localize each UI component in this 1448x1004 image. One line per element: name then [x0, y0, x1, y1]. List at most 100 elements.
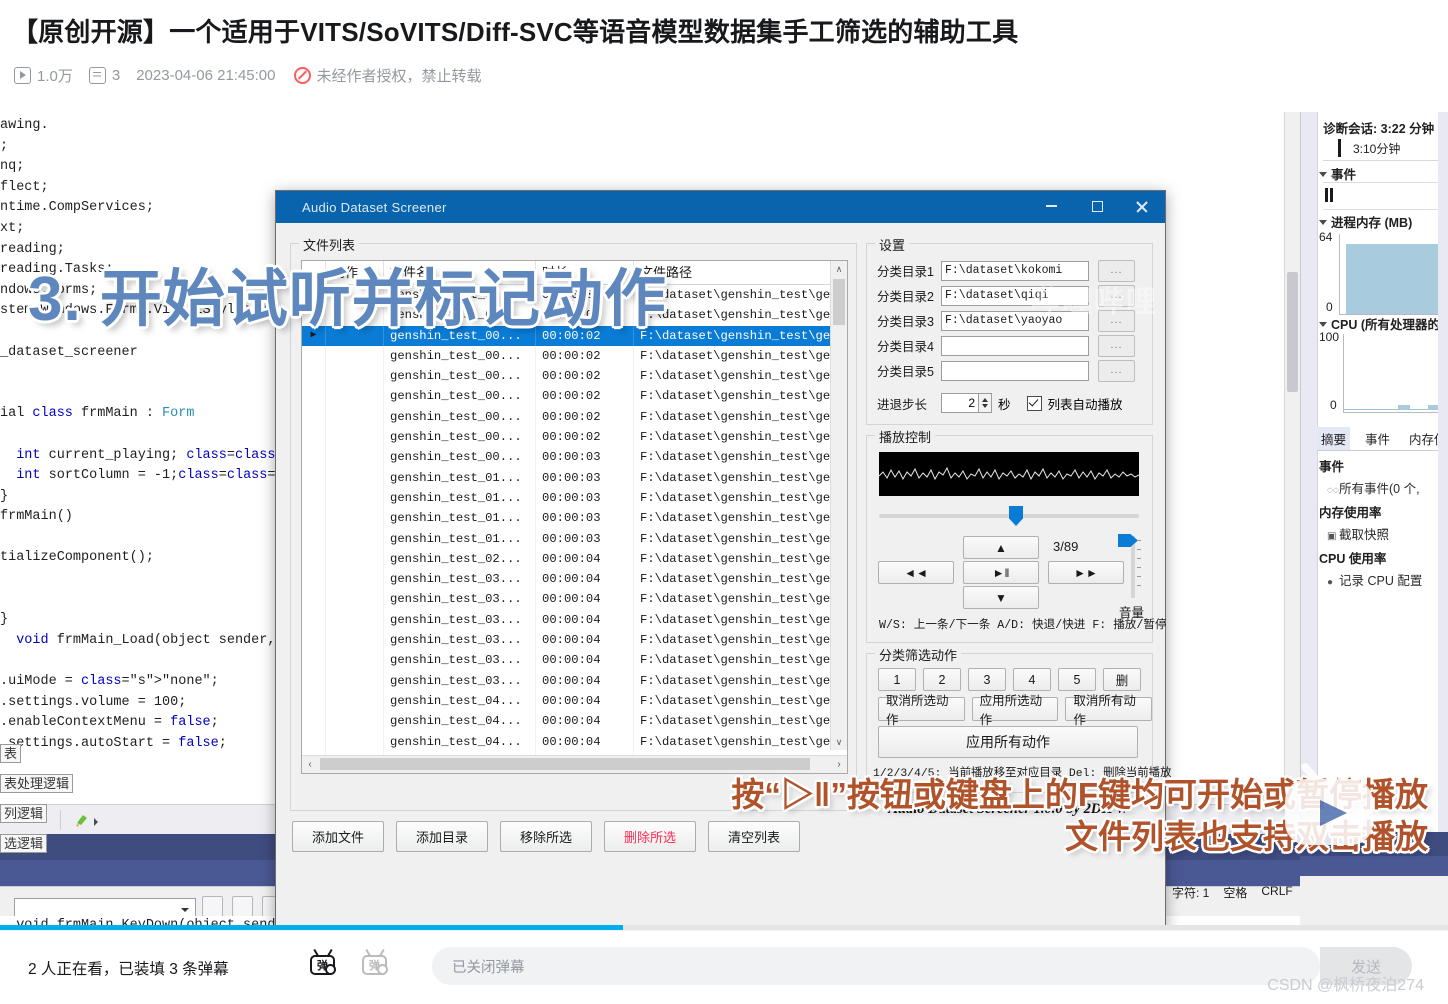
volume-slider-thumb[interactable] [1118, 534, 1138, 547]
category-button-6[interactable]: 删 [1103, 668, 1141, 691]
summary-memory-item[interactable]: ▣截取快照 [1327, 524, 1389, 543]
rewind-button[interactable]: ◄◄ [878, 561, 954, 584]
table-row[interactable]: genshin_test_03...00:00:04F:\dataset\gen… [302, 569, 847, 589]
apply-all-actions-button[interactable]: 应用所有动作 [878, 726, 1138, 758]
overlay-step-title: 3. 开始试听并标记动作 [28, 248, 667, 338]
table-row[interactable]: genshin_test_03...00:00:04F:\dataset\gen… [302, 650, 847, 670]
danmaku-count: 3 [89, 67, 120, 84]
next-track-button[interactable]: ▼ [963, 586, 1039, 609]
file-list-vertical-scrollbar[interactable]: ∧ ∨ [830, 261, 847, 750]
scroll-up-icon[interactable]: ∧ [831, 261, 847, 277]
table-row[interactable]: genshin_test_00...00:00:02F:\dataset\gen… [302, 346, 847, 366]
cpu-chart-bump [1398, 405, 1410, 410]
scroll-down-icon[interactable]: ∨ [831, 734, 847, 750]
danmaku-toggle-on-button[interactable]: 弹 [308, 949, 338, 979]
video-player-viewport[interactable]: awing.;nq;flect;ntime.CompServices;xt;re… [0, 112, 1448, 930]
category-dir-input-5[interactable] [941, 361, 1089, 381]
step-length-spinner[interactable] [979, 393, 992, 413]
table-row[interactable]: genshin_test_02...00:00:04F:\dataset\gen… [302, 549, 847, 569]
table-row[interactable]: genshin_test_03...00:00:04F:\dataset\gen… [302, 671, 847, 691]
format-brush-icon[interactable] [74, 812, 90, 828]
category-button-3[interactable]: 3 [968, 668, 1006, 691]
summary-events-item[interactable]: ◌◌所有事件(0 个, [1327, 478, 1420, 497]
danmaku-on-icon: 弹 [310, 955, 335, 975]
cell-duration: 00:00:04 [536, 711, 634, 731]
editor-vertical-scrollbar[interactable] [1284, 112, 1301, 806]
step-length-unit: 秒 [998, 394, 1011, 413]
cell-marker [302, 630, 326, 650]
action-button-3[interactable]: 取消所有动作 [1065, 697, 1152, 721]
diagnostics-events-header[interactable]: 事件 [1319, 164, 1356, 183]
scrollbar-thumb[interactable] [1287, 272, 1298, 392]
cell-filename: genshin_test_00... [384, 346, 536, 366]
filelist-button-3[interactable]: 移除所选 [500, 821, 592, 852]
filelist-button-1[interactable]: 添加文件 [292, 821, 384, 852]
tab-events[interactable]: 事件 [1361, 427, 1394, 450]
diagnostics-tabs[interactable]: 摘要 事件 内存使 [1317, 424, 1448, 451]
table-row[interactable]: genshin_test_00...00:00:02F:\dataset\gen… [302, 386, 847, 406]
summary-cpu-item[interactable]: ●记录 CPU 配置 [1327, 570, 1422, 589]
autoplay-checkbox[interactable] [1027, 396, 1042, 411]
horizontal-scroll-thumb[interactable] [320, 758, 810, 770]
table-row[interactable]: genshin_test_01...00:00:03F:\dataset\gen… [302, 529, 847, 549]
fast-forward-button[interactable]: ►► [1048, 561, 1124, 584]
vertical-scroll-thumb[interactable] [833, 279, 845, 325]
collapsed-region[interactable]: 列逻辑 [0, 804, 47, 823]
cell-duration: 00:00:02 [536, 386, 634, 406]
play-pause-button[interactable]: ►‖ [963, 561, 1039, 584]
category-button-1[interactable]: 1 [878, 668, 916, 691]
table-row[interactable]: genshin_test_00...00:00:03F:\dataset\gen… [302, 447, 847, 467]
table-row[interactable]: genshin_test_04...00:00:04F:\dataset\gen… [302, 711, 847, 731]
table-row[interactable]: genshin_test_04...00:00:04F:\dataset\gen… [302, 732, 847, 752]
table-row[interactable]: genshin_test_00...00:00:02F:\dataset\gen… [302, 366, 847, 386]
previous-track-button[interactable]: ▲ [963, 536, 1039, 559]
diagnostics-memory-header[interactable]: 进程内存 (MB) [1319, 212, 1412, 231]
danmaku-toggle-off-button[interactable]: 弹 [360, 949, 390, 979]
status-eol: CRLF [1261, 884, 1292, 901]
category-dir-input-4[interactable] [941, 336, 1089, 356]
cell-duration: 00:00:03 [536, 529, 634, 549]
tab-summary[interactable]: 摘要 [1317, 427, 1350, 450]
action-button-2[interactable]: 应用所选动作 [972, 697, 1059, 721]
filelist-button-4[interactable]: 删除所选 [604, 821, 696, 852]
filelist-button-2[interactable]: 添加目录 [396, 821, 488, 852]
playback-seek-slider[interactable] [879, 514, 1139, 518]
action-button-1[interactable]: 取消所选动作 [878, 697, 965, 721]
action-apply-buttons: 取消所选动作应用所选动作取消所有动作 [878, 697, 1152, 721]
category-button-4[interactable]: 4 [1013, 668, 1051, 691]
file-list-horizontal-scrollbar[interactable]: ‹ › [302, 755, 847, 773]
maximize-button[interactable] [1075, 191, 1119, 221]
collapsed-region[interactable]: 表 [0, 744, 21, 763]
minimize-button[interactable] [1029, 191, 1073, 221]
grid-icon[interactable] [232, 896, 253, 917]
diagnostics-tools-pane[interactable]: 诊断会话: 3:22 分钟 3:10分钟 事件 进程内存 (MB) 64 0 C… [1300, 112, 1448, 832]
category-button-5[interactable]: 5 [1058, 668, 1096, 691]
scroll-right-icon[interactable]: › [831, 756, 847, 772]
table-row[interactable]: genshin_test_01...00:00:03F:\dataset\gen… [302, 488, 847, 508]
table-row[interactable]: genshin_test_04...00:00:04F:\dataset\gen… [302, 691, 847, 711]
table-row[interactable]: genshin_test_01...00:00:03F:\dataset\gen… [302, 508, 847, 528]
category-button-2[interactable]: 2 [923, 668, 961, 691]
table-row[interactable]: genshin_test_03...00:00:04F:\dataset\gen… [302, 589, 847, 609]
close-button[interactable] [1119, 191, 1163, 221]
seek-slider-thumb[interactable] [1009, 506, 1023, 526]
table-row[interactable]: genshin_test_00...00:00:02F:\dataset\gen… [302, 427, 847, 447]
cell-filepath: F:\dataset\genshin_test\genshin_test_005… [634, 366, 847, 386]
diagnostics-timeline[interactable]: 3:10分钟 [1323, 138, 1448, 161]
scroll-left-icon[interactable]: ‹ [302, 756, 318, 772]
table-row[interactable]: genshin_test_00...00:00:02F:\dataset\gen… [302, 407, 847, 427]
browse-button-5[interactable]: ... [1098, 360, 1135, 382]
cell-filename: genshin_test_03... [384, 610, 536, 630]
table-row[interactable]: genshin_test_01...00:00:03F:\dataset\gen… [302, 468, 847, 488]
copyright-text: 未经作者授权，禁止转载 [317, 65, 482, 86]
file-list-body[interactable]: genshin_test_00...00:00:02F:\dataset\gen… [302, 285, 847, 772]
browse-button-4[interactable]: ... [1098, 335, 1135, 357]
window-titlebar[interactable]: Audio Dataset Screener [276, 191, 1165, 223]
danmaku-input-field[interactable]: 已关闭弹幕 [432, 947, 1320, 985]
collapsed-region[interactable]: 表处理逻辑 [0, 774, 73, 793]
table-row[interactable]: genshin_test_03...00:00:04F:\dataset\gen… [302, 630, 847, 650]
list-icon[interactable] [202, 896, 223, 917]
collapsed-region[interactable]: 选逻辑 [0, 834, 47, 853]
step-length-input[interactable]: 2 [941, 393, 979, 413]
table-row[interactable]: genshin_test_03...00:00:04F:\dataset\gen… [302, 610, 847, 630]
